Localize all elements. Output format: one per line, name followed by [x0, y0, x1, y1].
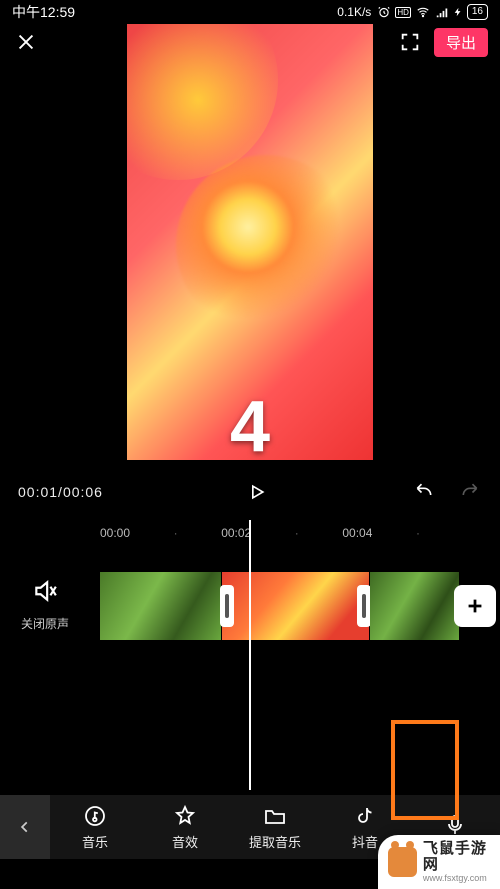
signal-icon [435, 5, 449, 19]
time-total: 00:06 [63, 484, 103, 500]
close-button[interactable] [12, 28, 40, 56]
clip-track[interactable] [100, 572, 500, 640]
clip[interactable] [370, 572, 460, 640]
douyin-icon [353, 804, 377, 828]
clip-selected[interactable] [222, 572, 370, 640]
time-display: 00:01/00:06 [18, 484, 103, 500]
mute-label: 关闭原声 [21, 615, 69, 632]
toolbar-back-button[interactable] [0, 795, 50, 859]
top-bar: 导出 [0, 24, 500, 60]
preview-frame[interactable]: 4 [127, 24, 373, 460]
tool-label: 音乐 [82, 832, 108, 851]
status-time: 中午12:59 [12, 2, 75, 22]
status-right: 0.1K/s HD 16 [337, 4, 488, 20]
battery-level: 16 [467, 4, 488, 20]
site-watermark: 飞鼠手游网 www.fsxtgy.com [378, 835, 500, 889]
time-current: 00:01 [18, 484, 58, 500]
tool-music[interactable]: 音乐 [50, 795, 140, 859]
play-button[interactable] [243, 478, 271, 506]
tool-label: 抖音 [352, 832, 378, 851]
tool-label: 提取音乐 [249, 832, 301, 851]
folder-icon [263, 804, 287, 828]
countdown-number: 4 [230, 386, 270, 460]
network-speed: 0.1K/s [337, 5, 371, 19]
microphone-icon [443, 813, 467, 837]
undo-button[interactable] [412, 480, 436, 505]
ruler-dot: · [295, 526, 299, 540]
add-clip-button[interactable] [454, 585, 496, 627]
clip[interactable] [100, 572, 222, 640]
hd-icon: HD [395, 7, 411, 18]
music-note-icon [83, 804, 107, 828]
star-icon [173, 804, 197, 828]
playback-row: 00:01/00:06 [0, 470, 500, 514]
clip-handle-right[interactable] [357, 585, 371, 627]
ruler-dot: · [416, 526, 420, 540]
redo-button[interactable] [458, 480, 482, 505]
status-bar: 中午12:59 0.1K/s HD 16 [0, 0, 500, 24]
tool-label: 音效 [172, 832, 198, 851]
mute-original-audio[interactable]: 关闭原声 [0, 556, 90, 632]
export-button[interactable]: 导出 [434, 28, 488, 57]
wifi-icon [415, 5, 431, 19]
charge-icon [453, 5, 463, 19]
watermark-url: www.fsxtgy.com [423, 874, 500, 884]
tool-extract-music[interactable]: 提取音乐 [230, 795, 320, 859]
ruler-tick: 00:00 [100, 526, 130, 540]
mute-icon [32, 578, 58, 609]
alarm-icon [377, 5, 391, 19]
watermark-title: 飞鼠手游网 [423, 841, 500, 874]
playhead[interactable] [249, 520, 251, 790]
ruler-dot: · [174, 526, 178, 540]
fullscreen-button[interactable] [396, 28, 424, 56]
ruler-tick: 00:04 [342, 526, 372, 540]
watermark-mascot-icon [388, 847, 417, 877]
ruler-tick: 00:02 [221, 526, 251, 540]
preview-area: 4 [0, 24, 500, 460]
tool-effects[interactable]: 音效 [140, 795, 230, 859]
